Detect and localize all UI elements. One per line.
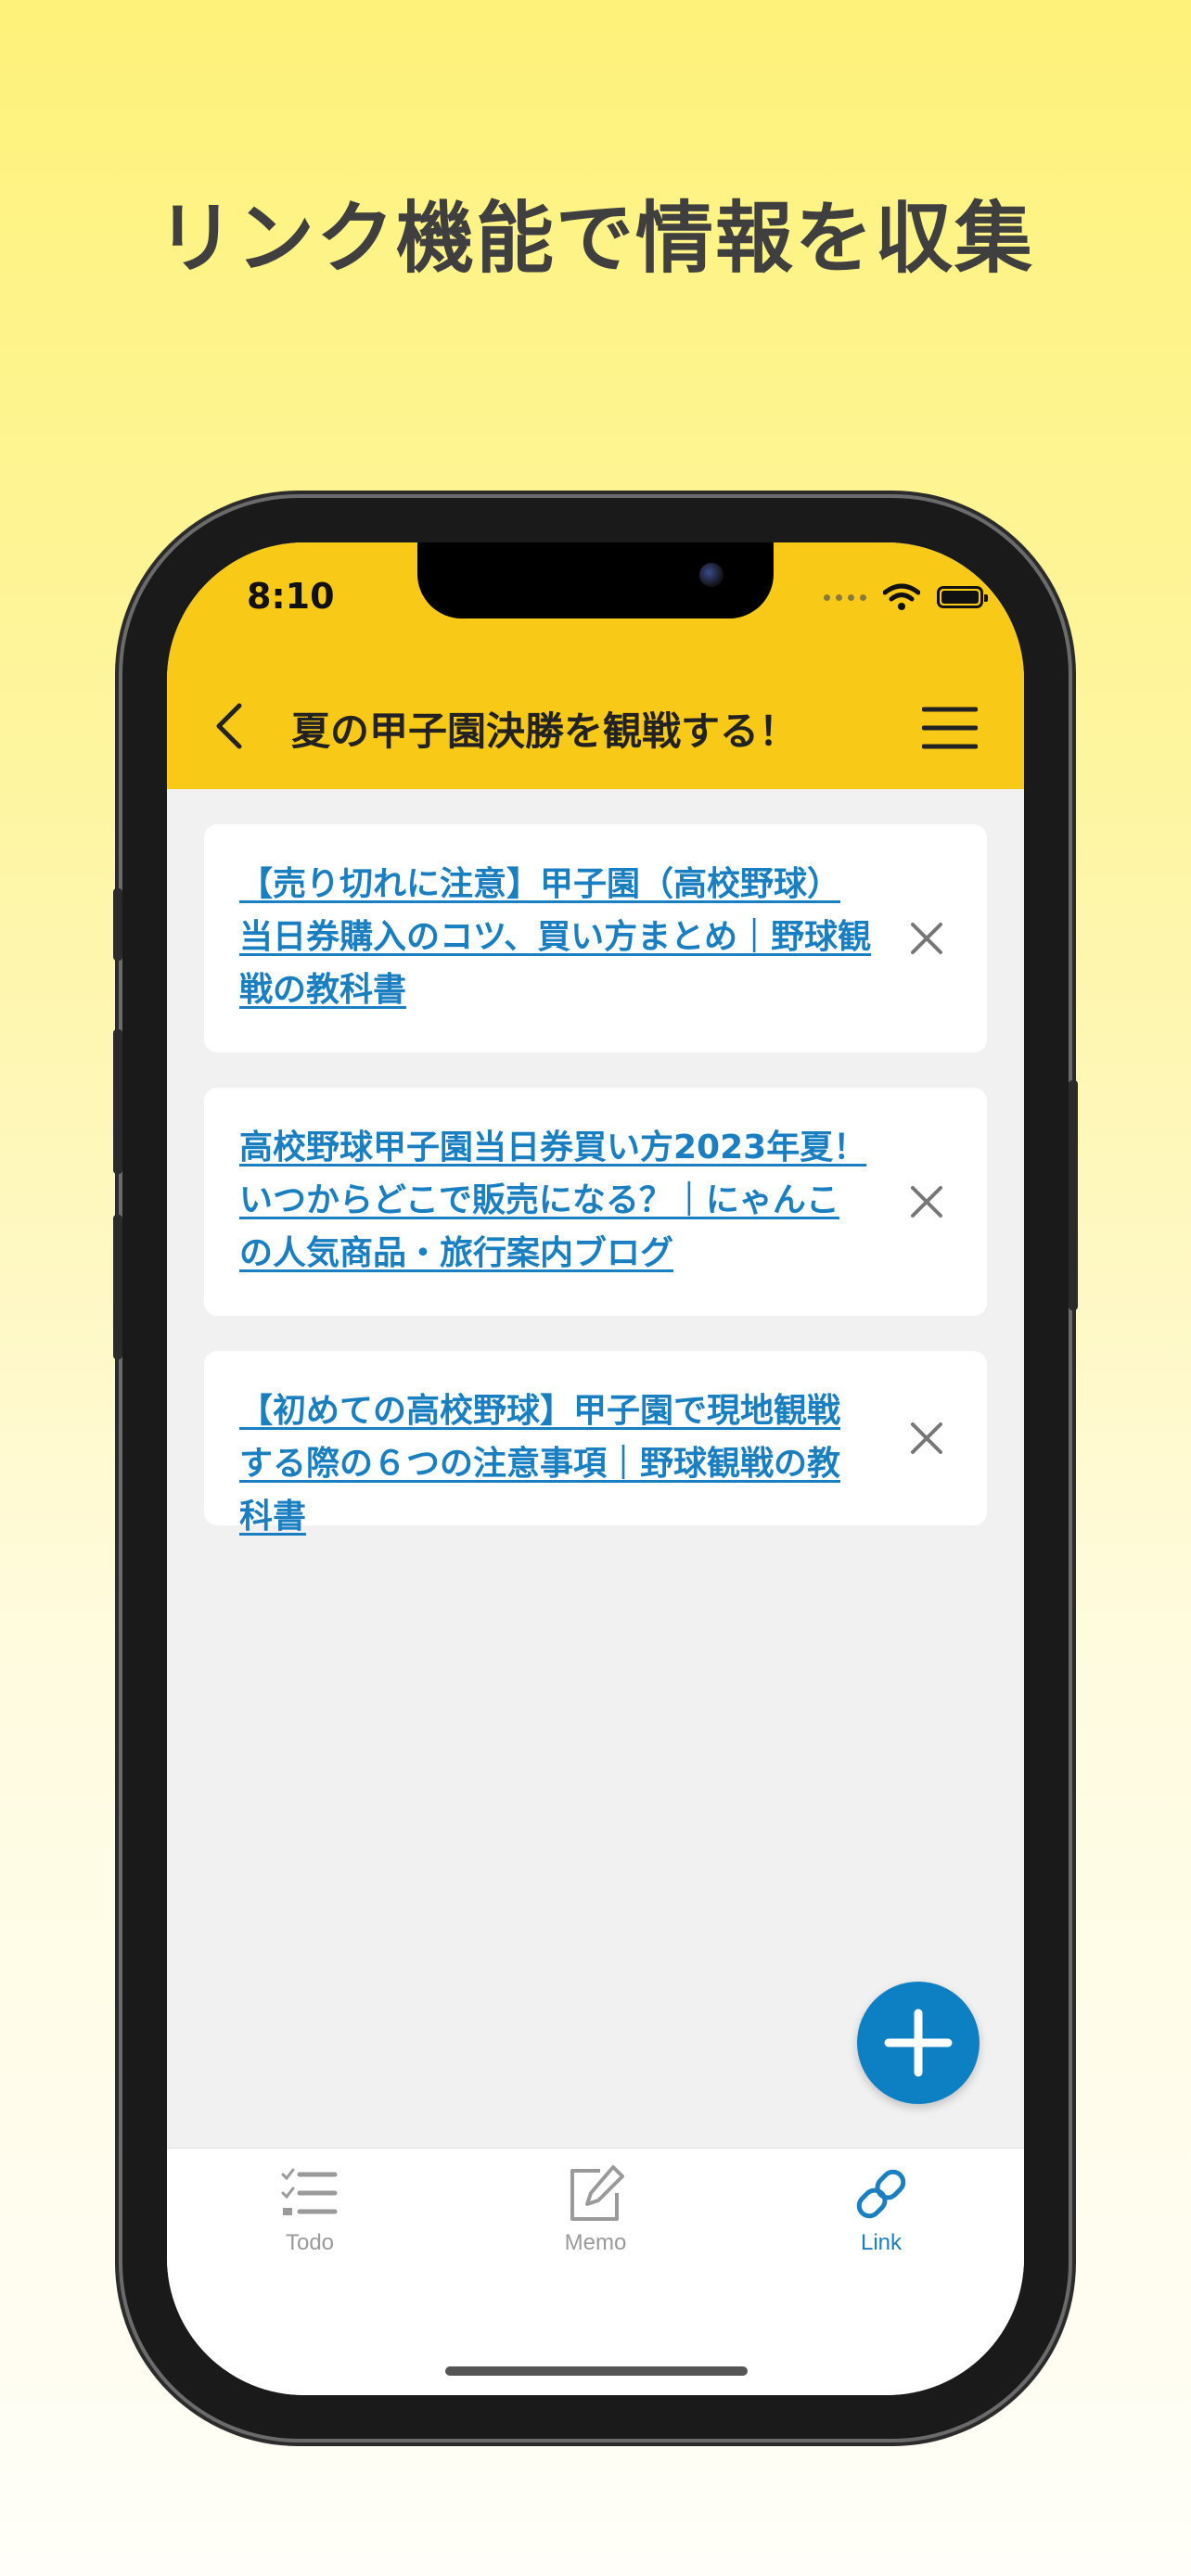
link-title[interactable]: 【初めての高校野球】甲子園で現地観戦する際の６つの注意事項｜野球観戦の教科書	[239, 1384, 872, 1543]
plus-icon	[884, 2009, 953, 2077]
link-list: 【売り切れに注意】甲子園（高校野球）当日券購入のコツ、買い方まとめ｜野球観戦の教…	[167, 789, 1024, 2148]
back-chevron-icon[interactable]	[202, 698, 258, 754]
close-icon[interactable]	[909, 921, 944, 956]
notch	[417, 542, 774, 618]
signal-icon	[824, 593, 866, 601]
status-bar: 8:10	[167, 542, 1024, 663]
tab-label: Link	[860, 2230, 903, 2255]
tab-bar: Todo Memo Link	[167, 2148, 1024, 2395]
volume-up-button	[113, 1029, 122, 1174]
link-card: 【初めての高校野球】甲子園で現地観戦する際の６つの注意事項｜野球観戦の教科書	[204, 1351, 987, 1536]
promo-headline: リンク機能で情報を収集	[156, 193, 1034, 284]
close-icon[interactable]	[909, 1184, 944, 1219]
link-title[interactable]: 【売り切れに注意】甲子園（高校野球）当日券購入のコツ、買い方まとめ｜野球観戦の教…	[239, 858, 872, 1016]
tab-todo[interactable]: Todo	[217, 2162, 403, 2256]
link-card: 【売り切れに注意】甲子園（高校野球）当日券購入のコツ、買い方まとめ｜野球観戦の教…	[204, 824, 987, 1052]
hamburger-menu-icon[interactable]	[922, 700, 978, 756]
navigation-bar: 夏の甲子園決勝を観戦する！	[167, 663, 1024, 789]
status-icons	[824, 583, 988, 611]
link-card: 高校野球甲子園当日券買い方2023年夏！いつからどこで販売になる？｜にゃんこの人…	[204, 1088, 987, 1316]
phone-screen: 8:10 夏の甲子園決勝を観戦する！ 【売り切れに注意】甲子園（高校野球）当日券…	[167, 542, 1024, 2395]
link-icon	[856, 2169, 906, 2219]
volume-down-button	[113, 1215, 122, 1359]
silent-switch	[113, 888, 122, 961]
add-link-button[interactable]	[857, 1982, 980, 2104]
battery-icon	[937, 586, 988, 608]
power-button	[1069, 1080, 1078, 1310]
tab-label: Todo	[285, 2230, 335, 2255]
tab-memo[interactable]: Memo	[503, 2162, 688, 2256]
tab-link[interactable]: Link	[788, 2162, 974, 2256]
pencil-square-icon	[570, 2165, 624, 2221]
checklist-icon	[281, 2168, 338, 2215]
wifi-icon	[883, 583, 920, 610]
link-title[interactable]: 高校野球甲子園当日券買い方2023年夏！いつからどこで販売になる？｜にゃんこの人…	[239, 1121, 872, 1280]
close-icon[interactable]	[909, 1421, 944, 1456]
tab-label: Memo	[564, 2230, 627, 2255]
home-indicator[interactable]	[445, 2366, 748, 2376]
status-time: 8:10	[247, 576, 335, 617]
front-camera	[699, 563, 724, 587]
page-title: 夏の甲子園決勝を観戦する！	[291, 708, 799, 754]
